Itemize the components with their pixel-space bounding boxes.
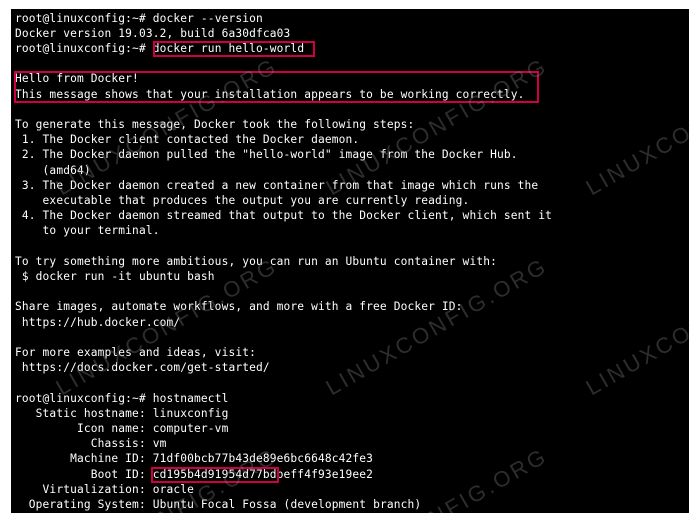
more-line: For more examples and ideas, visit: [15,345,685,360]
shell-prompt: root@linuxconfig:~# [15,12,146,25]
step-3b: executable that produces the output you … [15,193,685,208]
hostnamectl-os-suffix: (development branch) [277,498,422,511]
hello-message: This message shows that your installatio… [15,87,685,102]
blank-line [15,102,685,117]
shell-prompt: root@linuxconfig:~# [15,42,146,55]
blank-line [15,375,685,390]
output-docker-version: Docker version 19.03.2, build 6a30dfca03 [15,26,685,41]
hostnamectl-boot-id: Boot ID: cd195b4d91954d77bdbeff4f93e19ee… [15,467,685,482]
try-command: $ docker run -it ubuntu bash [15,269,685,284]
shell-prompt: root@linuxconfig:~# [15,392,146,405]
command-docker-run: docker run hello-world [153,42,304,55]
blank-line [15,239,685,254]
hostnamectl-virtualization: Virtualization: oracle [15,482,685,497]
step-4b: to your terminal. [15,223,685,238]
hostnamectl-machine-id: Machine ID: 71df00bcb77b43de89e6bc6648c4… [15,451,685,466]
hostnamectl-icon: Icon name: computer-vm [15,421,685,436]
command-hostnamectl: hostnamectl [153,392,229,405]
prompt-line-hostnamectl: root@linuxconfig:~# hostnamectl [15,391,685,406]
step-1: 1. The Docker client contacted the Docke… [15,132,685,147]
hostnamectl-os-label: Operating System: [15,498,153,511]
hostnamectl-os: Operating System: Ubuntu Focal Fossa (de… [15,497,685,512]
try-intro: To try something more ambitious, you can… [15,254,685,269]
step-2b: (amd64) [15,163,685,178]
command-docker-version: docker --version [153,12,263,25]
step-4a: 4. The Docker daemon streamed that outpu… [15,208,685,223]
blank-line [15,56,685,71]
share-url: https://hub.docker.com/ [15,315,685,330]
blank-line [15,284,685,299]
step-2a: 2. The Docker daemon pulled the "hello-w… [15,147,685,162]
share-line: Share images, automate workflows, and mo… [15,299,685,314]
steps-intro: To generate this message, Docker took th… [15,117,685,132]
hostnamectl-os-value: Ubuntu Focal Fossa [153,498,277,511]
hello-header: Hello from Docker! [15,71,685,86]
prompt-line-version: root@linuxconfig:~# docker --version [15,11,685,26]
terminal-window[interactable]: root@linuxconfig:~# docker --version Doc… [11,9,689,513]
more-url: https://docs.docker.com/get-started/ [15,360,685,375]
hostnamectl-static: Static hostname: linuxconfig [15,406,685,421]
hostnamectl-chassis: Chassis: vm [15,436,685,451]
blank-line [15,330,685,345]
screenshot-frame: root@linuxconfig:~# docker --version Doc… [0,0,700,521]
prompt-line-run: root@linuxconfig:~# docker run hello-wor… [15,41,685,56]
step-3a: 3. The Docker daemon created a new conta… [15,178,685,193]
